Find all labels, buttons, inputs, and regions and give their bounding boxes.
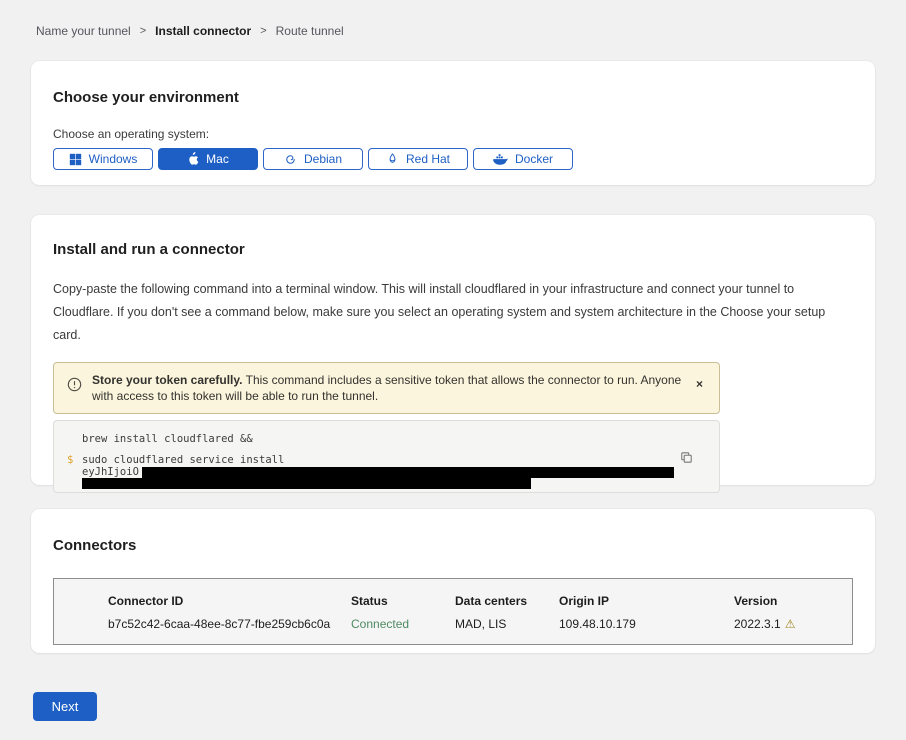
alert-circle-icon xyxy=(67,377,82,392)
redhat-icon xyxy=(386,152,399,166)
windows-icon xyxy=(69,153,82,166)
token-warning-title: Store your token carefully. xyxy=(92,373,243,387)
next-button[interactable]: Next xyxy=(33,692,97,721)
breadcrumb-separator: > xyxy=(260,25,266,37)
breadcrumb-install-connector: Install connector xyxy=(155,24,251,38)
shell-prompt: $ xyxy=(67,454,82,466)
column-origin-ip: Origin IP xyxy=(559,594,734,608)
install-card-title: Install and run a connector xyxy=(53,241,853,258)
column-data-centers: Data centers xyxy=(455,594,559,608)
os-button-label: Windows xyxy=(89,152,138,166)
column-connector-id: Connector ID xyxy=(108,594,351,608)
breadcrumb-route-tunnel: Route tunnel xyxy=(276,24,344,38)
version-value: 2022.3.1 ⚠ xyxy=(734,617,852,631)
connectors-table-header: Connector ID Status Data centers Origin … xyxy=(108,594,852,608)
os-button-mac[interactable]: Mac xyxy=(158,148,258,170)
environment-card-title: Choose your environment xyxy=(53,89,853,106)
code-text: sudo cloudflared service install xyxy=(82,454,284,466)
os-button-group: Windows Mac Debian Red Hat Docker xyxy=(53,148,853,170)
install-connector-card: Install and run a connector Copy-paste t… xyxy=(31,215,875,485)
status-badge: Connected xyxy=(351,617,455,631)
version-warning-icon: ⚠ xyxy=(785,617,796,631)
connectors-table: Connector ID Status Data centers Origin … xyxy=(53,578,853,645)
breadcrumb-name-your-tunnel: Name your tunnel xyxy=(36,24,131,38)
apple-icon xyxy=(187,152,199,166)
token-warning-text: Store your token carefully. This command… xyxy=(92,372,682,404)
os-button-windows[interactable]: Windows xyxy=(53,148,153,170)
os-button-debian[interactable]: Debian xyxy=(263,148,363,170)
install-description: Copy-paste the following command into a … xyxy=(53,278,853,347)
os-button-label: Red Hat xyxy=(406,152,450,166)
connector-id-value: b7c52c42-6caa-48ee-8c77-fbe259cb6c0a xyxy=(108,617,351,631)
connectors-card: Connectors Connector ID Status Data cent… xyxy=(31,509,875,653)
debian-icon xyxy=(284,153,297,166)
code-line-1: brew install cloudflared && xyxy=(67,433,719,445)
column-status: Status xyxy=(351,594,455,608)
code-token-line: eyJhIjoiO xyxy=(67,466,719,478)
docker-icon xyxy=(493,153,508,165)
copy-icon[interactable] xyxy=(678,449,695,469)
code-line-2: $sudo cloudflared service install xyxy=(67,454,719,466)
os-button-redhat[interactable]: Red Hat xyxy=(368,148,468,170)
breadcrumb-separator: > xyxy=(140,25,146,37)
token-prefix-text: eyJhIjoiO xyxy=(82,466,139,478)
os-select-label: Choose an operating system: xyxy=(53,127,853,141)
redaction-bar xyxy=(142,467,674,478)
connector-row: b7c52c42-6caa-48ee-8c77-fbe259cb6c0a Con… xyxy=(108,617,852,631)
redaction-bar xyxy=(82,478,531,489)
origin-ip-value: 109.48.10.179 xyxy=(559,617,734,631)
code-token-line-2 xyxy=(67,478,719,489)
os-button-docker[interactable]: Docker xyxy=(473,148,573,170)
connectors-card-title: Connectors xyxy=(53,537,853,554)
environment-card: Choose your environment Choose an operat… xyxy=(31,61,875,185)
breadcrumb: Name your tunnel > Install connector > R… xyxy=(0,0,906,38)
token-warning-banner: Store your token carefully. This command… xyxy=(53,362,720,414)
data-centers-value: MAD, LIS xyxy=(455,617,559,631)
version-number: 2022.3.1 xyxy=(734,617,781,631)
column-version: Version xyxy=(734,594,852,608)
install-command-block: brew install cloudflared && $sudo cloudf… xyxy=(53,420,720,493)
os-button-label: Docker xyxy=(515,152,553,166)
os-button-label: Debian xyxy=(304,152,342,166)
code-text: brew install cloudflared && xyxy=(82,433,253,445)
os-button-label: Mac xyxy=(206,152,229,166)
close-icon[interactable]: × xyxy=(692,372,707,396)
